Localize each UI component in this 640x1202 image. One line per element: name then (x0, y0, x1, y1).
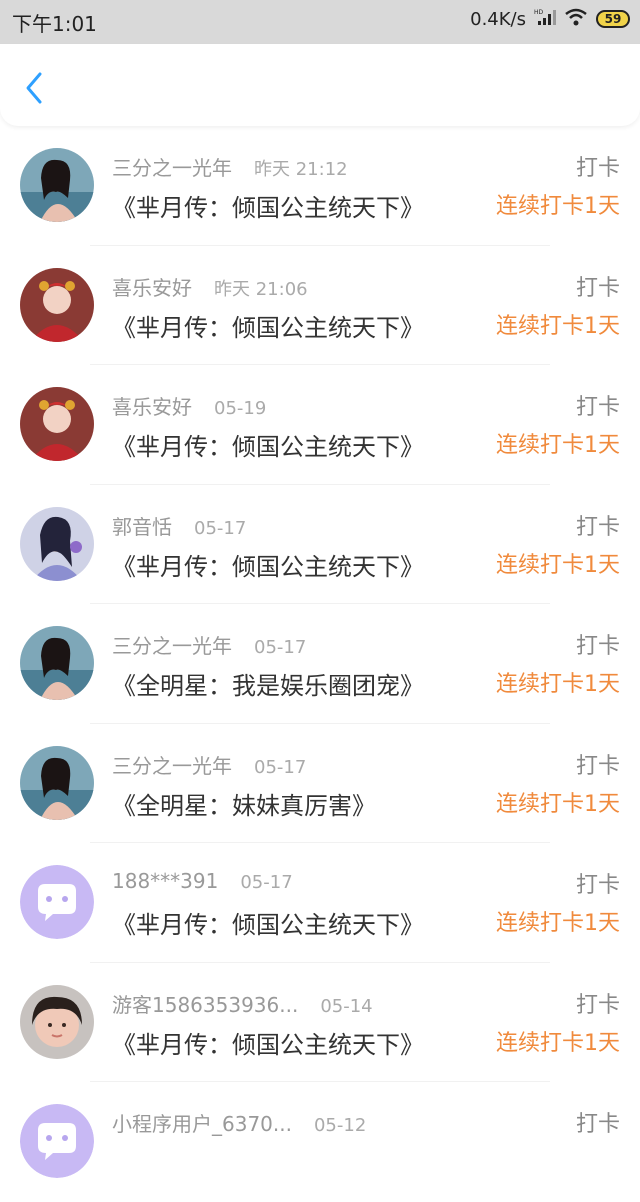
user-avatar[interactable] (20, 506, 94, 581)
name-line: 游客1586353936... 05-14 (112, 989, 373, 1018)
book-title[interactable]: 《芈月传：倾国公主统天下》 (112, 1025, 424, 1060)
username[interactable]: 三分之一光年 (112, 750, 232, 779)
streak-label: 连续打卡1天 (496, 911, 620, 936)
user-avatar[interactable] (20, 626, 94, 700)
status-time: 下午1:01 (12, 12, 97, 36)
list-item[interactable]: 三分之一光年 05-17 《全明星：我是娱乐圈团宠》 打卡 连续打卡1天 (0, 604, 640, 724)
username[interactable]: 郭音恬 (112, 511, 172, 540)
book-title[interactable]: 《芈月传：倾国公主统天下》 (112, 427, 424, 462)
action-label: 打卡 (575, 514, 620, 540)
action-label: 打卡 (575, 275, 620, 301)
action-label: 打卡 (575, 1112, 620, 1137)
username[interactable]: 喜乐安好 (112, 272, 192, 301)
timestamp: 05-19 (214, 398, 267, 419)
username[interactable]: 喜乐安好 (112, 391, 192, 420)
timestamp: 05-17 (194, 517, 247, 539)
timestamp: 05-14 (320, 995, 373, 1017)
chevron-left-icon (26, 72, 42, 104)
streak-label: 连续打卡1天 (496, 433, 620, 458)
timestamp: 05-17 (254, 637, 307, 658)
book-title[interactable]: 《芈月传：倾国公主统天下》 (112, 547, 424, 582)
list-item[interactable]: 喜乐安好 昨天 21:06 《芈月传：倾国公主统天下》 打卡 连续打卡1天 (0, 246, 640, 365)
list-item[interactable]: 郭音恬 05-17 《芈月传：倾国公主统天下》 打卡 连续打卡1天 (0, 485, 640, 604)
user-avatar[interactable] (20, 745, 94, 820)
default-chat-avatar-icon[interactable] (20, 865, 94, 939)
name-line: 188***391 05-17 (112, 869, 293, 893)
streak-label: 连续打卡1天 (496, 672, 620, 697)
streak-label: 连续打卡1天 (496, 313, 620, 339)
wifi-icon (564, 8, 588, 30)
book-title[interactable]: 《芈月传：倾国公主统天下》 (112, 308, 424, 343)
username[interactable]: 188***391 (112, 869, 218, 893)
action-label: 打卡 (575, 156, 620, 181)
name-line: 喜乐安好 05-19 (112, 391, 266, 420)
name-line: 三分之一光年 昨天 21:12 (112, 152, 348, 181)
checkin-list: 三分之一光年 昨天 21:12 《芈月传：倾国公主统天下》 打卡 连续打卡1天 … (0, 126, 640, 1202)
book-title[interactable]: 《全明星：妹妹真厉害》 (112, 786, 376, 821)
book-title[interactable]: 《芈月传：倾国公主统天下》 (112, 188, 424, 223)
action-label: 打卡 (575, 753, 620, 779)
list-item[interactable]: 188***391 05-17 《芈月传：倾国公主统天下》 打卡 连续打卡1天 (0, 843, 640, 963)
name-line: 喜乐安好 昨天 21:06 (112, 272, 308, 301)
name-line: 三分之一光年 05-17 (112, 750, 306, 779)
streak-label: 连续打卡1天 (496, 552, 620, 578)
book-title[interactable]: 《全明星：我是娱乐圈团宠》 (112, 666, 424, 701)
list-item[interactable]: 喜乐安好 05-19 《芈月传：倾国公主统天下》 打卡 连续打卡1天 (0, 365, 640, 485)
action-label: 打卡 (575, 395, 620, 420)
battery-icon: 59 (596, 10, 630, 28)
username[interactable]: 三分之一光年 (112, 152, 232, 181)
status-icons: 0.4K/s HD 59 (470, 8, 630, 30)
username[interactable]: 游客1586353936... (112, 989, 298, 1018)
network-speed: 0.4K/s (470, 8, 526, 30)
list-item[interactable]: 游客1586353936... 05-14 《芈月传：倾国公主统天下》 打卡 连… (0, 963, 640, 1082)
list-item[interactable]: 三分之一光年 昨天 21:12 《芈月传：倾国公主统天下》 打卡 连续打卡1天 (0, 126, 640, 246)
svg-text:HD: HD (534, 9, 544, 16)
action-label: 打卡 (575, 634, 620, 659)
list-item[interactable]: 小程序用户_6370... 05-12 打卡 (0, 1082, 640, 1202)
name-line: 三分之一光年 05-17 (112, 630, 306, 659)
streak-label: 连续打卡1天 (496, 194, 620, 219)
username[interactable]: 三分之一光年 (112, 630, 232, 659)
status-bar: 下午1:01 0.4K/s HD 59 (0, 0, 640, 44)
user-avatar[interactable] (20, 148, 94, 222)
user-avatar[interactable] (20, 267, 94, 342)
timestamp: 昨天 21:06 (214, 278, 308, 300)
back-button[interactable] (20, 70, 50, 106)
book-title[interactable]: 《芈月传：倾国公主统天下》 (112, 905, 424, 940)
list-item[interactable]: 三分之一光年 05-17 《全明星：妹妹真厉害》 打卡 连续打卡1天 (0, 724, 640, 843)
streak-label: 连续打卡1天 (496, 791, 620, 817)
action-label: 打卡 (575, 992, 620, 1018)
timestamp: 05-17 (240, 872, 293, 893)
user-avatar[interactable] (20, 387, 94, 461)
timestamp: 05-12 (313, 1115, 367, 1136)
hd-signal-icon: HD (534, 8, 556, 30)
streak-label: 连续打卡1天 (496, 1030, 620, 1056)
timestamp: 昨天 21:12 (254, 159, 348, 180)
timestamp: 05-17 (254, 756, 307, 778)
default-chat-avatar-icon[interactable] (20, 1104, 94, 1178)
username[interactable]: 小程序用户_6370... (112, 1108, 292, 1137)
nav-bar (0, 44, 640, 126)
user-avatar[interactable] (20, 984, 94, 1059)
name-line: 郭音恬 05-17 (112, 511, 246, 540)
action-label: 打卡 (575, 873, 620, 898)
name-line: 小程序用户_6370... 05-12 (112, 1108, 366, 1137)
